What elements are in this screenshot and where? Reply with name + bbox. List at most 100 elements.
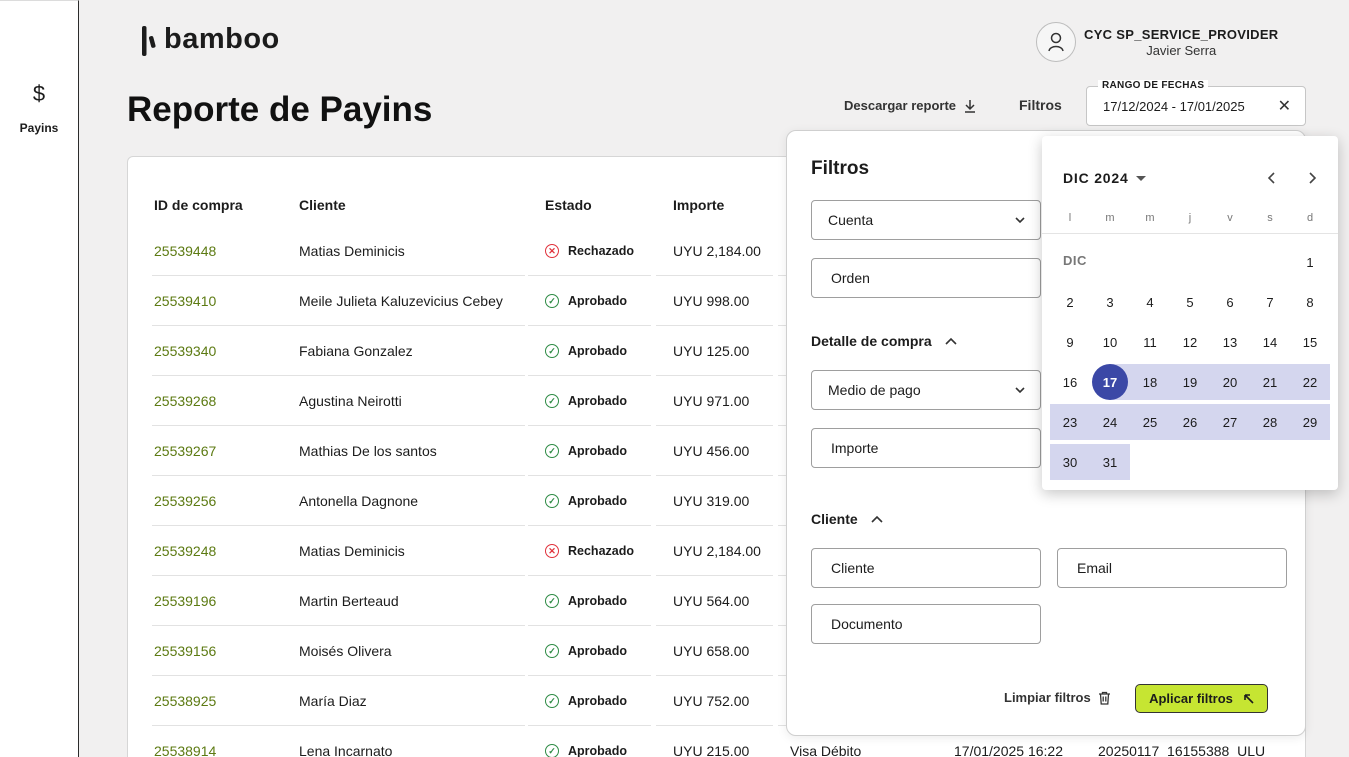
client-section-toggle[interactable]: Cliente (811, 511, 884, 527)
calendar-day[interactable]: 26 (1170, 404, 1210, 440)
calendar-day-label: 25 (1142, 414, 1158, 430)
month-year-selector[interactable]: DIC 2024 (1063, 170, 1146, 186)
amount-input-label: Importe (831, 440, 879, 456)
calendar-day[interactable]: 5 (1170, 284, 1210, 320)
calendar-day-label: 2 (1066, 294, 1074, 310)
calendar-day-label: 8 (1306, 294, 1314, 310)
calendar-day[interactable]: 20 (1210, 364, 1250, 400)
download-icon (965, 99, 975, 113)
calendar-day[interactable]: 27 (1210, 404, 1250, 440)
order-input-label: Orden (831, 270, 870, 286)
calendar-day[interactable]: 8 (1290, 284, 1330, 320)
status-badge: ✓ Aprobado (545, 626, 627, 676)
calendar-day[interactable]: 2 (1050, 284, 1090, 320)
purchase-id-link[interactable]: 25539340 (154, 326, 216, 376)
status-label: Aprobado (568, 344, 628, 358)
purchase-id-link[interactable]: 25539410 (154, 276, 216, 326)
calendar-day[interactable]: 24 (1090, 404, 1130, 440)
payment-method-select[interactable]: Medio de pago (811, 370, 1041, 410)
purchase-id-link[interactable]: 25539256 (154, 476, 216, 526)
calendar-day[interactable]: 30 (1050, 444, 1090, 480)
month-year-label: DIC 2024 (1063, 170, 1129, 186)
purchase-id-link[interactable]: 25539156 (154, 626, 216, 676)
date-range-field[interactable]: RANGO DE FECHAS 17/12/2024 - 17/01/2025 … (1086, 80, 1306, 126)
calendar-day[interactable]: 31 (1090, 444, 1130, 480)
document-input-label: Documento (831, 616, 903, 632)
chevron-left-icon[interactable] (1264, 170, 1280, 186)
status-badge: ✓ Aprobado (545, 576, 627, 626)
calendar-day[interactable]: 17 (1090, 364, 1130, 400)
client-name: Mathias De los santos (299, 443, 437, 459)
apply-filters-button[interactable]: Aplicar filtros (1135, 684, 1268, 713)
calendar-day[interactable]: 3 (1090, 284, 1130, 320)
purchase-id-link[interactable]: 25539448 (154, 226, 216, 276)
purchase-id-link[interactable]: 25539248 (154, 526, 216, 576)
download-report-button[interactable]: Descargar reporte (844, 98, 976, 113)
calendar-day[interactable]: 29 (1290, 404, 1330, 440)
calendar-day[interactable]: 4 (1130, 284, 1170, 320)
calendar-day[interactable]: 12 (1170, 324, 1210, 360)
calendar-day[interactable]: 21 (1250, 364, 1290, 400)
calendar-day[interactable]: 25 (1130, 404, 1170, 440)
sidebar-item-payins[interactable]: $ Payins (0, 79, 78, 135)
calendar-day[interactable]: 28 (1250, 404, 1290, 440)
calendar-day-label: 18 (1142, 374, 1158, 390)
account-select[interactable]: Cuenta (811, 200, 1041, 240)
calendar-day[interactable]: 19 (1170, 364, 1210, 400)
column-header-amount[interactable]: Importe (673, 197, 724, 213)
clear-filters-button[interactable]: Limpiar filtros (1004, 690, 1111, 705)
calendar-day[interactable]: 11 (1130, 324, 1170, 360)
calendar-day[interactable]: 16 (1050, 364, 1090, 400)
user-menu[interactable]: CYC SP_SERVICE_PROVIDER Javier Serra (1036, 22, 1279, 62)
check-circle-icon: ✓ (545, 394, 559, 408)
status-label: Aprobado (568, 494, 628, 508)
amount-input[interactable]: Importe (811, 428, 1041, 468)
email-input[interactable]: Email (1057, 548, 1287, 588)
chevron-right-icon[interactable] (1304, 170, 1320, 186)
order-input[interactable]: Orden (811, 258, 1041, 298)
purchase-id-link[interactable]: 25538914 (154, 726, 216, 757)
brand-logo[interactable]: bamboo (142, 22, 280, 56)
column-header-client[interactable]: Cliente (299, 197, 346, 213)
calendar-day[interactable]: 9 (1050, 324, 1090, 360)
calendar-day[interactable]: 7 (1250, 284, 1290, 320)
calendar-day-label: 1 (1306, 254, 1314, 270)
client-name: Antonella Dagnone (299, 493, 419, 509)
amount-value: UYU 752.00 (673, 693, 750, 709)
filters-toggle[interactable]: Filtros (1019, 97, 1062, 113)
purchase-id-link[interactable]: 25539267 (154, 426, 216, 476)
email-input-label: Email (1077, 560, 1113, 576)
calendar-day[interactable]: 23 (1050, 404, 1090, 440)
status-badge: ✓ Aprobado (545, 276, 627, 326)
calendar-day-label: 27 (1222, 414, 1238, 430)
calendar-day-label: 21 (1262, 374, 1278, 390)
status-label: Rechazado (568, 244, 634, 258)
purchase-id-link[interactable]: 25539268 (154, 376, 216, 426)
x-circle-icon: ✕ (545, 244, 559, 258)
calendar-day[interactable]: 22 (1290, 364, 1330, 400)
calendar-day-label: 5 (1186, 294, 1194, 310)
check-circle-icon: ✓ (545, 694, 559, 708)
calendar-day-label: 20 (1222, 374, 1238, 390)
calendar-day[interactable]: 18 (1130, 364, 1170, 400)
status-label: Aprobado (568, 594, 628, 608)
calendar-day[interactable]: 6 (1210, 284, 1250, 320)
sidebar: $ Payins (0, 0, 79, 757)
purchase-detail-section-toggle[interactable]: Detalle de compra (811, 333, 958, 349)
user-name: Javier Serra (1146, 42, 1217, 58)
client-input[interactable]: Cliente (811, 548, 1041, 588)
close-icon[interactable]: ✕ (1278, 96, 1291, 116)
purchase-id-link[interactable]: 25539196 (154, 576, 216, 626)
filters-title: Filtros (811, 158, 870, 179)
calendar-day[interactable]: 1 (1290, 244, 1330, 280)
column-header-status[interactable]: Estado (545, 197, 592, 213)
calendar-day[interactable]: 15 (1290, 324, 1330, 360)
calendar-day-label: 14 (1262, 334, 1278, 350)
document-input[interactable]: Documento (811, 604, 1041, 644)
purchase-id-link[interactable]: 25538925 (154, 676, 216, 726)
calendar-day[interactable]: 13 (1210, 324, 1250, 360)
check-circle-icon: ✓ (545, 594, 559, 608)
calendar-day[interactable]: 14 (1250, 324, 1290, 360)
calendar-day[interactable]: 10 (1090, 324, 1130, 360)
column-header-id[interactable]: ID de compra (154, 197, 243, 213)
